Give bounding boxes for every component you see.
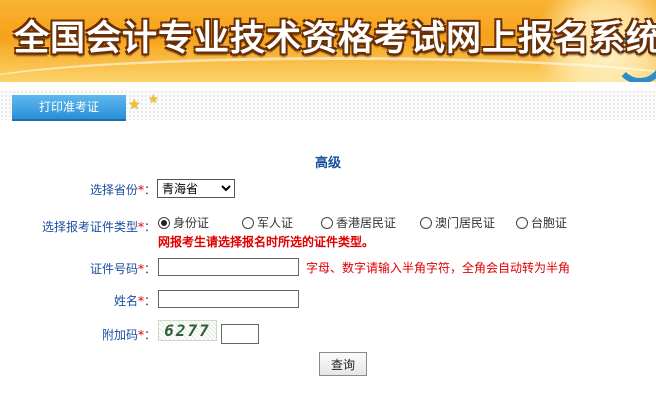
captcha-label: 附加码*： [101, 328, 156, 342]
query-button[interactable]: 查询 [319, 352, 367, 376]
radio-military-card[interactable]: 军人证 [242, 214, 293, 231]
system-title: 全国会计专业技术资格考试网上报名系统 [14, 18, 656, 59]
id-number-hint: 字母、数字请输入半角字符，全角会自动转为半角 [306, 261, 571, 275]
radio-taiwan-compatriot[interactable]: 台胞证 [516, 214, 567, 231]
province-select[interactable]: 青海省 [157, 179, 235, 198]
radio-macau-resident[interactable]: 澳门居民证 [420, 214, 495, 231]
id-type-warning: 网报考生请选择报名时所选的证件类型。 [158, 235, 375, 249]
captcha-input[interactable] [221, 324, 259, 344]
star-icon: ★ [148, 92, 159, 106]
radio-button-selected[interactable] [158, 216, 170, 229]
captcha-image[interactable]: 6277 [158, 320, 217, 341]
star-icon: ★ [128, 97, 141, 113]
id-number-label: 证件号码*： [89, 262, 156, 276]
province-label: 选择省份*： [89, 183, 156, 197]
radio-hong-kong-resident[interactable]: 香港居民证 [321, 214, 396, 231]
radio-button[interactable] [420, 216, 432, 229]
name-input[interactable] [158, 290, 299, 308]
id-number-input[interactable] [158, 258, 299, 276]
name-label: 姓名*： [113, 294, 156, 308]
radio-id-card[interactable]: 身份证 [158, 214, 209, 231]
exam-level-title: 高级 [314, 156, 341, 171]
tab-print-admission-ticket[interactable]: 打印准考证 [12, 95, 126, 121]
id-type-label: 选择报考证件类型*： [41, 220, 156, 234]
radio-button[interactable] [516, 216, 528, 229]
radio-button[interactable] [321, 216, 333, 229]
radio-button[interactable] [242, 216, 254, 229]
header-banner: 全国会计专业技术资格考试网上报名系统 [0, 0, 656, 82]
